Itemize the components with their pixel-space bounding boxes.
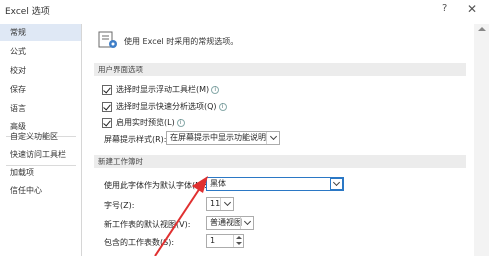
- chevron-down-icon[interactable]: [236, 242, 242, 245]
- sidebar-item-language[interactable]: 语言: [0, 100, 81, 117]
- option-label: 启用实时预览(L): [116, 118, 175, 127]
- option-quick-analysis[interactable]: 选择时显示快速分析选项(Q) i: [102, 100, 227, 113]
- title-bar: Excel 选项 ? ✕: [0, 0, 489, 20]
- close-button[interactable]: ✕: [467, 2, 477, 16]
- option-live-preview[interactable]: 启用实时预览(L) i: [102, 116, 185, 129]
- default-font-value: 黑体: [210, 179, 226, 188]
- scrollbar[interactable]: [474, 24, 489, 256]
- tooltip-style-select[interactable]: 在屏幕提示中显示功能说明: [166, 131, 280, 145]
- sidebar-item-quick-access-toolbar[interactable]: 快速访问工具栏: [0, 146, 81, 163]
- option-mini-toolbar[interactable]: 选择时显示浮动工具栏(M) i: [102, 83, 220, 96]
- chevron-up-icon[interactable]: [236, 236, 242, 239]
- sidebar-item-general[interactable]: 常规: [0, 24, 81, 41]
- font-size-label: 字号(Z):: [104, 201, 135, 210]
- sheet-count-stepper[interactable]: 1: [206, 234, 244, 248]
- sidebar: 常规 公式 校对 保存 语言 高级 自定义功能区 快速访问工具栏 加载项 信任中…: [0, 24, 82, 256]
- font-size-value: 11: [210, 199, 221, 208]
- default-font-label: 使用此字体作为默认字体(N):: [104, 181, 207, 190]
- tooltip-style-label: 屏幕提示样式(R):: [104, 135, 167, 144]
- font-size-select[interactable]: 11: [206, 197, 234, 211]
- excel-options-dialog: Excel 选项 ? ✕ 常规 公式 校对 保存 语言 高级 自定义功能区 快速…: [0, 0, 489, 256]
- sidebar-item-customize-ribbon[interactable]: 自定义功能区: [0, 128, 81, 145]
- help-button[interactable]: ?: [442, 3, 447, 14]
- option-label: 选择时显示快速分析选项(Q): [116, 102, 217, 111]
- sidebar-item-add-ins[interactable]: 加载项: [0, 164, 81, 181]
- info-icon: i: [218, 102, 227, 111]
- sheet-count-value: 1: [210, 236, 216, 245]
- sidebar-item-formulas[interactable]: 公式: [0, 43, 81, 60]
- section-ui-options: 用户界面选项: [94, 63, 466, 76]
- sidebar-item-trust-center[interactable]: 信任中心: [0, 182, 81, 199]
- scroll-up-icon[interactable]: [478, 27, 486, 31]
- section-new-workbook: 新建工作簿时: [94, 155, 466, 168]
- sidebar-item-proofing[interactable]: 校对: [0, 62, 81, 79]
- general-options-icon: [98, 31, 117, 48]
- stepper-buttons[interactable]: [233, 235, 243, 247]
- info-icon: i: [176, 118, 185, 127]
- info-icon: i: [211, 85, 220, 94]
- default-view-label: 新工作表的默认视图(V):: [104, 220, 191, 229]
- checkbox-checked[interactable]: [102, 101, 112, 112]
- tooltip-style-value: 在屏幕提示中显示功能说明: [170, 133, 266, 142]
- sheet-count-label: 包含的工作表数(S):: [104, 238, 175, 247]
- default-font-select[interactable]: 黑体: [206, 177, 344, 191]
- default-view-select[interactable]: 普通视图: [206, 216, 254, 230]
- chevron-down-icon[interactable]: [220, 198, 233, 210]
- option-label: 选择时显示浮动工具栏(M): [116, 85, 210, 94]
- window-title: Excel 选项: [5, 7, 50, 17]
- options-content: 使用 Excel 时采用的常规选项。 用户界面选项 选择时显示浮动工具栏(M) …: [82, 24, 474, 256]
- default-view-value: 普通视图: [210, 218, 242, 227]
- chevron-down-icon[interactable]: [240, 217, 253, 229]
- checkbox-checked[interactable]: [102, 117, 112, 128]
- page-header: 使用 Excel 时采用的常规选项。: [124, 37, 239, 46]
- chevron-down-icon[interactable]: [266, 132, 279, 144]
- checkbox-checked[interactable]: [102, 84, 112, 95]
- chevron-down-icon[interactable]: [330, 178, 343, 190]
- sidebar-item-save[interactable]: 保存: [0, 81, 81, 98]
